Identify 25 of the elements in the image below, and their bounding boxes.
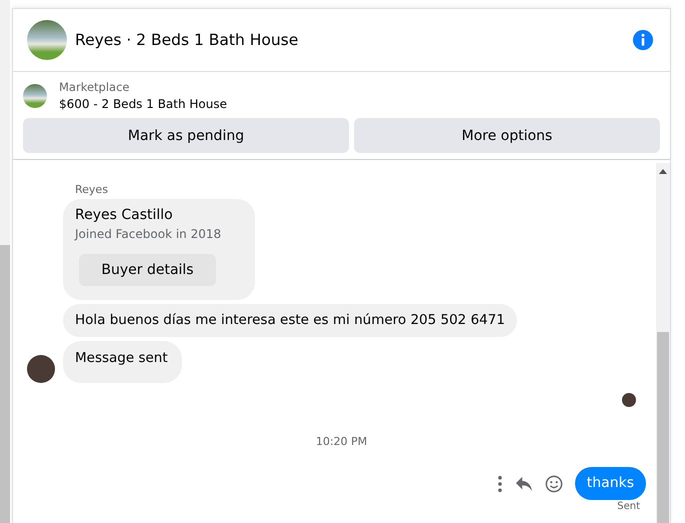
action-button[interactable]: Mark as pending bbox=[23, 118, 349, 153]
listing-title[interactable]: $600 - 2 Beds 1 Bath House bbox=[59, 97, 228, 111]
message-bubble: Message sent bbox=[63, 341, 182, 383]
joined-date: Joined Facebook in 2018 bbox=[75, 227, 222, 241]
message-bubble: Hola buenos días me interesa este es mi número 205 502 6471 bbox=[63, 304, 517, 337]
timestamp: 10:20 PM bbox=[316, 435, 368, 448]
info-icon[interactable] bbox=[632, 29, 654, 51]
sent-message-bubble: thanks bbox=[574, 467, 646, 500]
avatar bbox=[27, 355, 55, 383]
profile-name: Reyes Castillo bbox=[75, 207, 173, 223]
photo-placeholder bbox=[23, 84, 47, 108]
more-icon[interactable] bbox=[496, 474, 503, 492]
buyer-details-button[interactable]: Buyer details bbox=[79, 254, 216, 286]
conversation-title: Reyes · 2 Beds 1 Bath House bbox=[75, 31, 300, 49]
emoji-icon[interactable] bbox=[544, 474, 563, 492]
sender-name: Reyes bbox=[75, 183, 109, 196]
page-scrollbar[interactable] bbox=[0, 0, 10, 523]
read-receipt-avatar bbox=[622, 393, 636, 407]
listing-source: Marketplace bbox=[59, 80, 130, 94]
chat-scrollbar[interactable] bbox=[656, 163, 670, 523]
message-status: Sent bbox=[617, 501, 640, 512]
action-button[interactable]: More options bbox=[354, 118, 660, 153]
reply-icon[interactable] bbox=[514, 476, 533, 492]
scroll-up-arrow-icon[interactable] bbox=[659, 169, 667, 174]
photo-placeholder bbox=[27, 20, 67, 60]
